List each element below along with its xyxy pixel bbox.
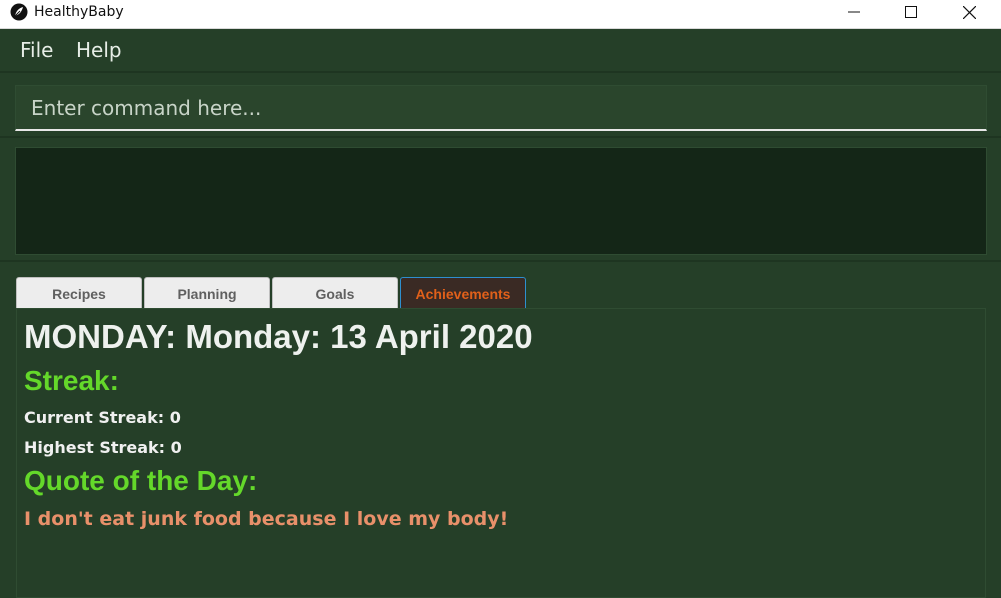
- result-display[interactable]: [15, 147, 987, 255]
- tab-goals[interactable]: Goals: [272, 277, 398, 308]
- tab-recipes[interactable]: Recipes: [16, 277, 142, 308]
- close-icon: [962, 5, 976, 19]
- window-title: HealthyBaby: [34, 4, 124, 20]
- title-bar: HealthyBaby: [0, 0, 1001, 29]
- tab-planning[interactable]: Planning: [144, 277, 270, 308]
- close-button[interactable]: [940, 0, 998, 24]
- highest-streak: Highest Streak: 0: [24, 438, 182, 457]
- menu-file[interactable]: File: [20, 38, 53, 62]
- result-pane: [0, 140, 1001, 262]
- command-box-pane: [0, 74, 1001, 138]
- minimize-button[interactable]: [825, 0, 883, 24]
- streak-heading: Streak:: [24, 365, 119, 396]
- minimize-icon: [848, 11, 860, 13]
- date-heading: MONDAY: Monday: 13 April 2020: [24, 318, 533, 355]
- menu-help[interactable]: Help: [76, 38, 122, 62]
- menu-bar: File Help: [0, 29, 1001, 73]
- quote-of-the-day: I don't eat junk food because I love my …: [24, 508, 509, 530]
- quote-heading: Quote of the Day:: [24, 465, 258, 496]
- command-input[interactable]: [15, 85, 987, 131]
- leaf-icon: [10, 3, 28, 21]
- maximize-button[interactable]: [882, 0, 940, 24]
- maximize-icon: [905, 6, 917, 18]
- tab-achievements[interactable]: Achievements: [400, 277, 526, 308]
- achievements-panel: MONDAY: Monday: 13 April 2020 Streak: Cu…: [16, 308, 986, 598]
- current-streak: Current Streak: 0: [24, 408, 181, 427]
